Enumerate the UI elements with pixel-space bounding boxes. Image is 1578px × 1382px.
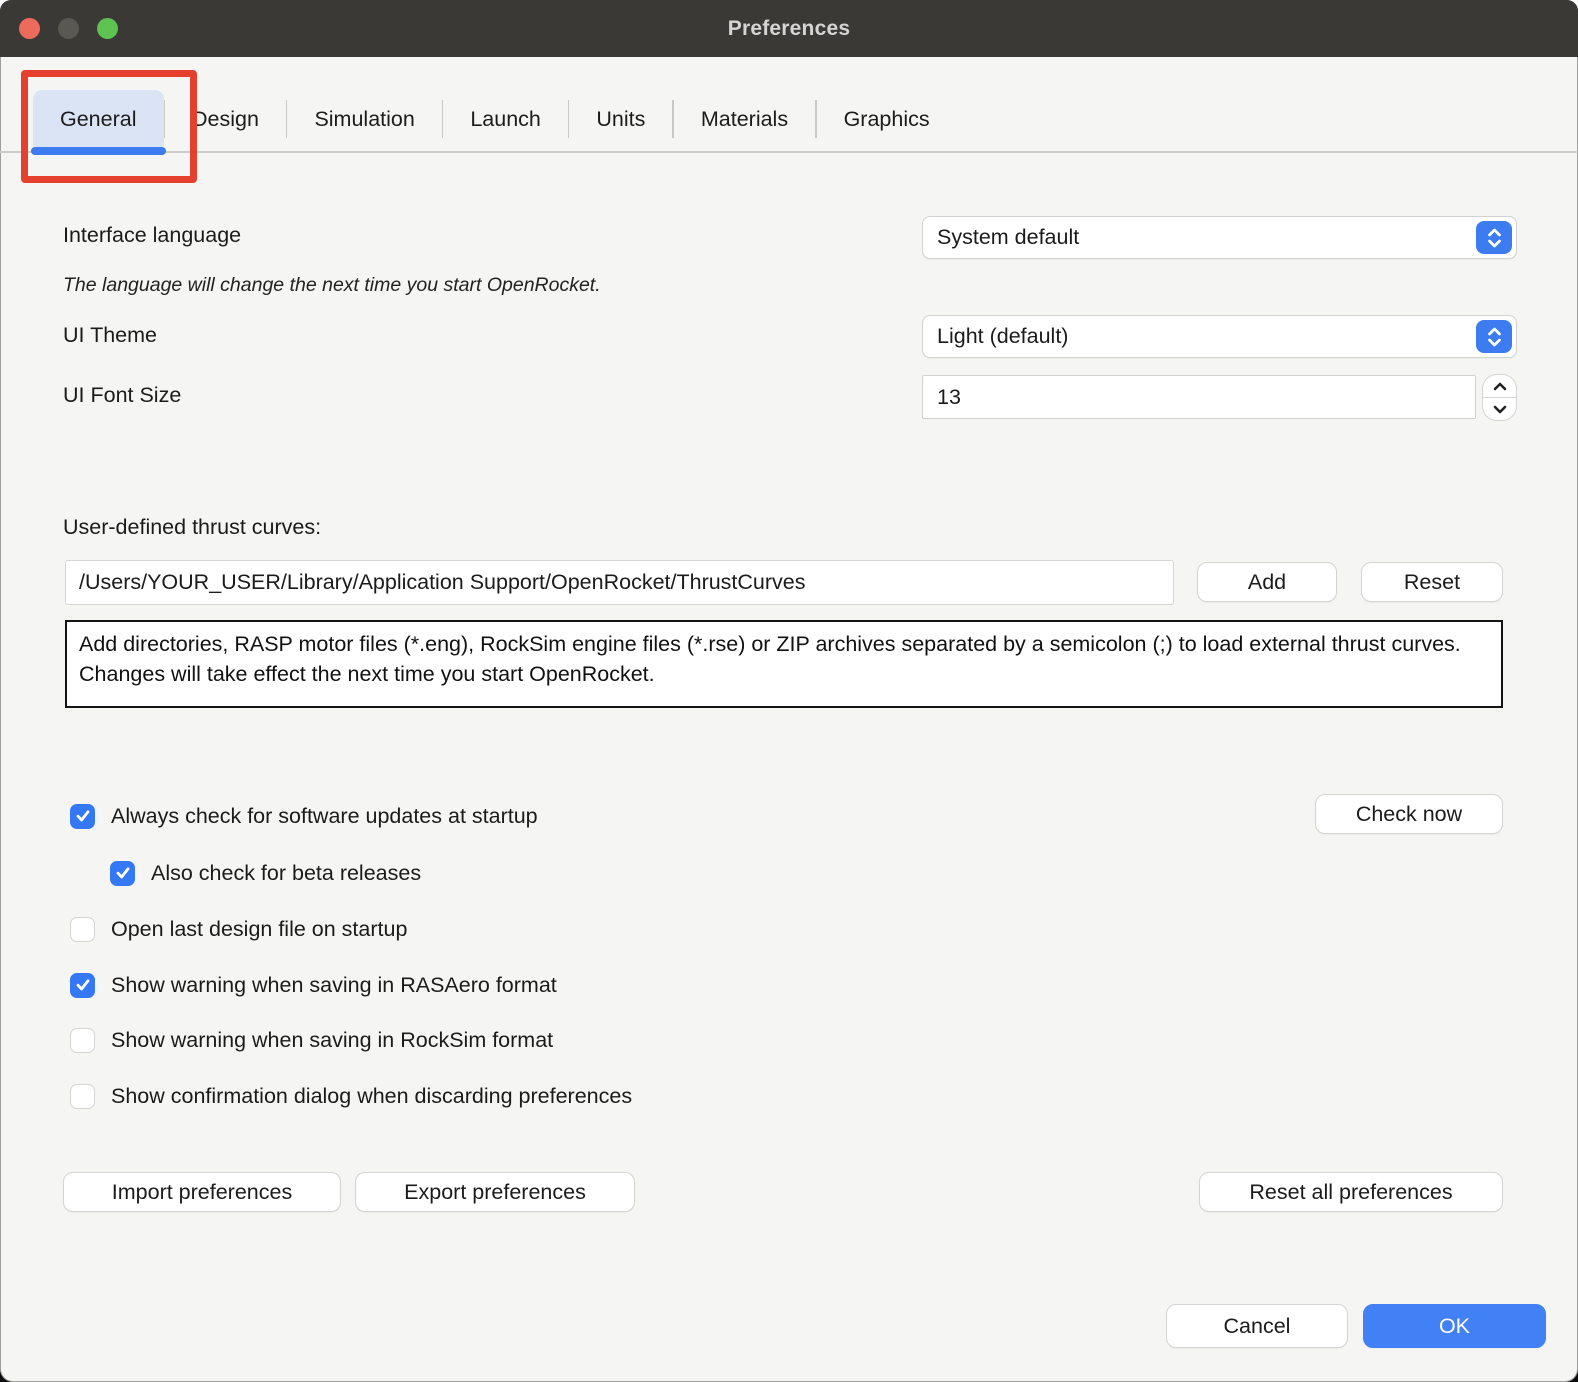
checkmark-icon xyxy=(75,809,91,823)
tabbar-divider xyxy=(0,151,1578,153)
option-label-warn-rocksim[interactable]: Show warning when saving in RockSim form… xyxy=(111,1028,553,1053)
option-row: Show warning when saving in RockSim form… xyxy=(70,1026,553,1054)
tab-general[interactable]: General xyxy=(33,90,164,148)
chevron-up-icon xyxy=(1492,381,1508,392)
checkmark-icon xyxy=(115,866,131,880)
language-note: The language will change the next time y… xyxy=(63,274,601,297)
ui-font-size-stepper xyxy=(1482,374,1517,421)
thrust-curves-path-value: /Users/YOUR_USER/Library/Application Sup… xyxy=(66,570,806,595)
ui-theme-select[interactable]: Light (default) xyxy=(922,315,1517,358)
checkbox-warn-rocksim[interactable] xyxy=(70,1028,95,1053)
stepper-up-button[interactable] xyxy=(1483,375,1516,398)
thrust-curves-info-text: Add directories, RASP motor files (*.eng… xyxy=(65,620,1503,708)
tab-label: Graphics xyxy=(844,107,930,132)
tab-label: Launch xyxy=(470,107,541,132)
checkbox-check-updates[interactable] xyxy=(70,804,95,829)
traffic-lights xyxy=(19,0,118,57)
option-row: Show confirmation dialog when discarding… xyxy=(70,1082,632,1110)
check-now-button[interactable]: Check now xyxy=(1315,794,1503,834)
minimize-icon[interactable] xyxy=(58,18,79,39)
checkbox-open-last-design[interactable] xyxy=(70,917,95,942)
tab-label: Simulation xyxy=(314,107,414,132)
option-label-open-last-design[interactable]: Open last design file on startup xyxy=(111,917,407,942)
option-label-warn-rasaero[interactable]: Show warning when saving in RASAero form… xyxy=(111,973,557,998)
tab-graphics[interactable]: Graphics xyxy=(817,90,957,148)
add-button[interactable]: Add xyxy=(1197,562,1337,602)
chevron-up-down-icon xyxy=(1476,221,1512,254)
export-preferences-button[interactable]: Export preferences xyxy=(355,1172,635,1212)
checkbox-confirm-discard[interactable] xyxy=(70,1084,95,1109)
interface-language-select[interactable]: System default xyxy=(922,216,1517,259)
tab-simulation[interactable]: Simulation xyxy=(287,90,441,148)
tab-bar: General Design Simulation Launch Units Materi… xyxy=(33,90,957,148)
window-title: Preferences xyxy=(0,17,1578,41)
tab-units[interactable]: Units xyxy=(569,90,672,148)
option-row: Open last design file on startup xyxy=(70,915,407,943)
ui-theme-label: UI Theme xyxy=(63,323,157,348)
tab-label: Design xyxy=(192,107,259,132)
tab-materials[interactable]: Materials xyxy=(674,90,815,148)
cancel-button[interactable]: Cancel xyxy=(1166,1304,1348,1348)
option-label-check-updates[interactable]: Always check for software updates at sta… xyxy=(111,804,538,829)
tab-label: Units xyxy=(596,107,645,132)
maximize-icon[interactable] xyxy=(97,18,118,39)
ui-font-size-label: UI Font Size xyxy=(63,383,181,408)
option-row: Always check for software updates at sta… xyxy=(70,802,538,830)
tab-design[interactable]: Design xyxy=(165,90,286,148)
stepper-down-button[interactable] xyxy=(1483,398,1516,420)
tab-launch[interactable]: Launch xyxy=(443,90,568,148)
interface-language-value: System default xyxy=(923,225,1476,250)
checkmark-icon xyxy=(75,978,91,992)
ui-font-size-value: 13 xyxy=(923,385,961,410)
titlebar: Preferences xyxy=(0,0,1578,57)
tab-label: General xyxy=(60,107,137,132)
import-preferences-button[interactable]: Import preferences xyxy=(63,1172,341,1212)
tab-label: Materials xyxy=(701,107,788,132)
reset-button[interactable]: Reset xyxy=(1361,562,1503,602)
thrust-curves-path-input[interactable]: /Users/YOUR_USER/Library/Application Sup… xyxy=(65,560,1174,605)
chevron-down-icon xyxy=(1492,404,1508,415)
ui-theme-value: Light (default) xyxy=(923,324,1476,349)
option-label-confirm-discard[interactable]: Show confirmation dialog when discarding… xyxy=(111,1084,632,1109)
checkbox-warn-rasaero[interactable] xyxy=(70,973,95,998)
checkbox-check-beta[interactable] xyxy=(110,861,135,886)
option-row: Show warning when saving in RASAero form… xyxy=(70,971,557,999)
close-icon[interactable] xyxy=(19,18,40,39)
reset-all-preferences-button[interactable]: Reset all preferences xyxy=(1199,1172,1503,1212)
thrust-curves-label: User-defined thrust curves: xyxy=(63,515,321,540)
ui-font-size-input[interactable]: 13 xyxy=(922,375,1476,419)
ok-button[interactable]: OK xyxy=(1363,1304,1546,1348)
interface-language-label: Interface language xyxy=(63,223,241,248)
chevron-up-down-icon xyxy=(1476,320,1512,353)
option-label-check-beta[interactable]: Also check for beta releases xyxy=(151,861,421,886)
option-row: Also check for beta releases xyxy=(110,859,421,887)
preferences-window: Preferences General Design Simulation Launc… xyxy=(0,0,1578,1382)
